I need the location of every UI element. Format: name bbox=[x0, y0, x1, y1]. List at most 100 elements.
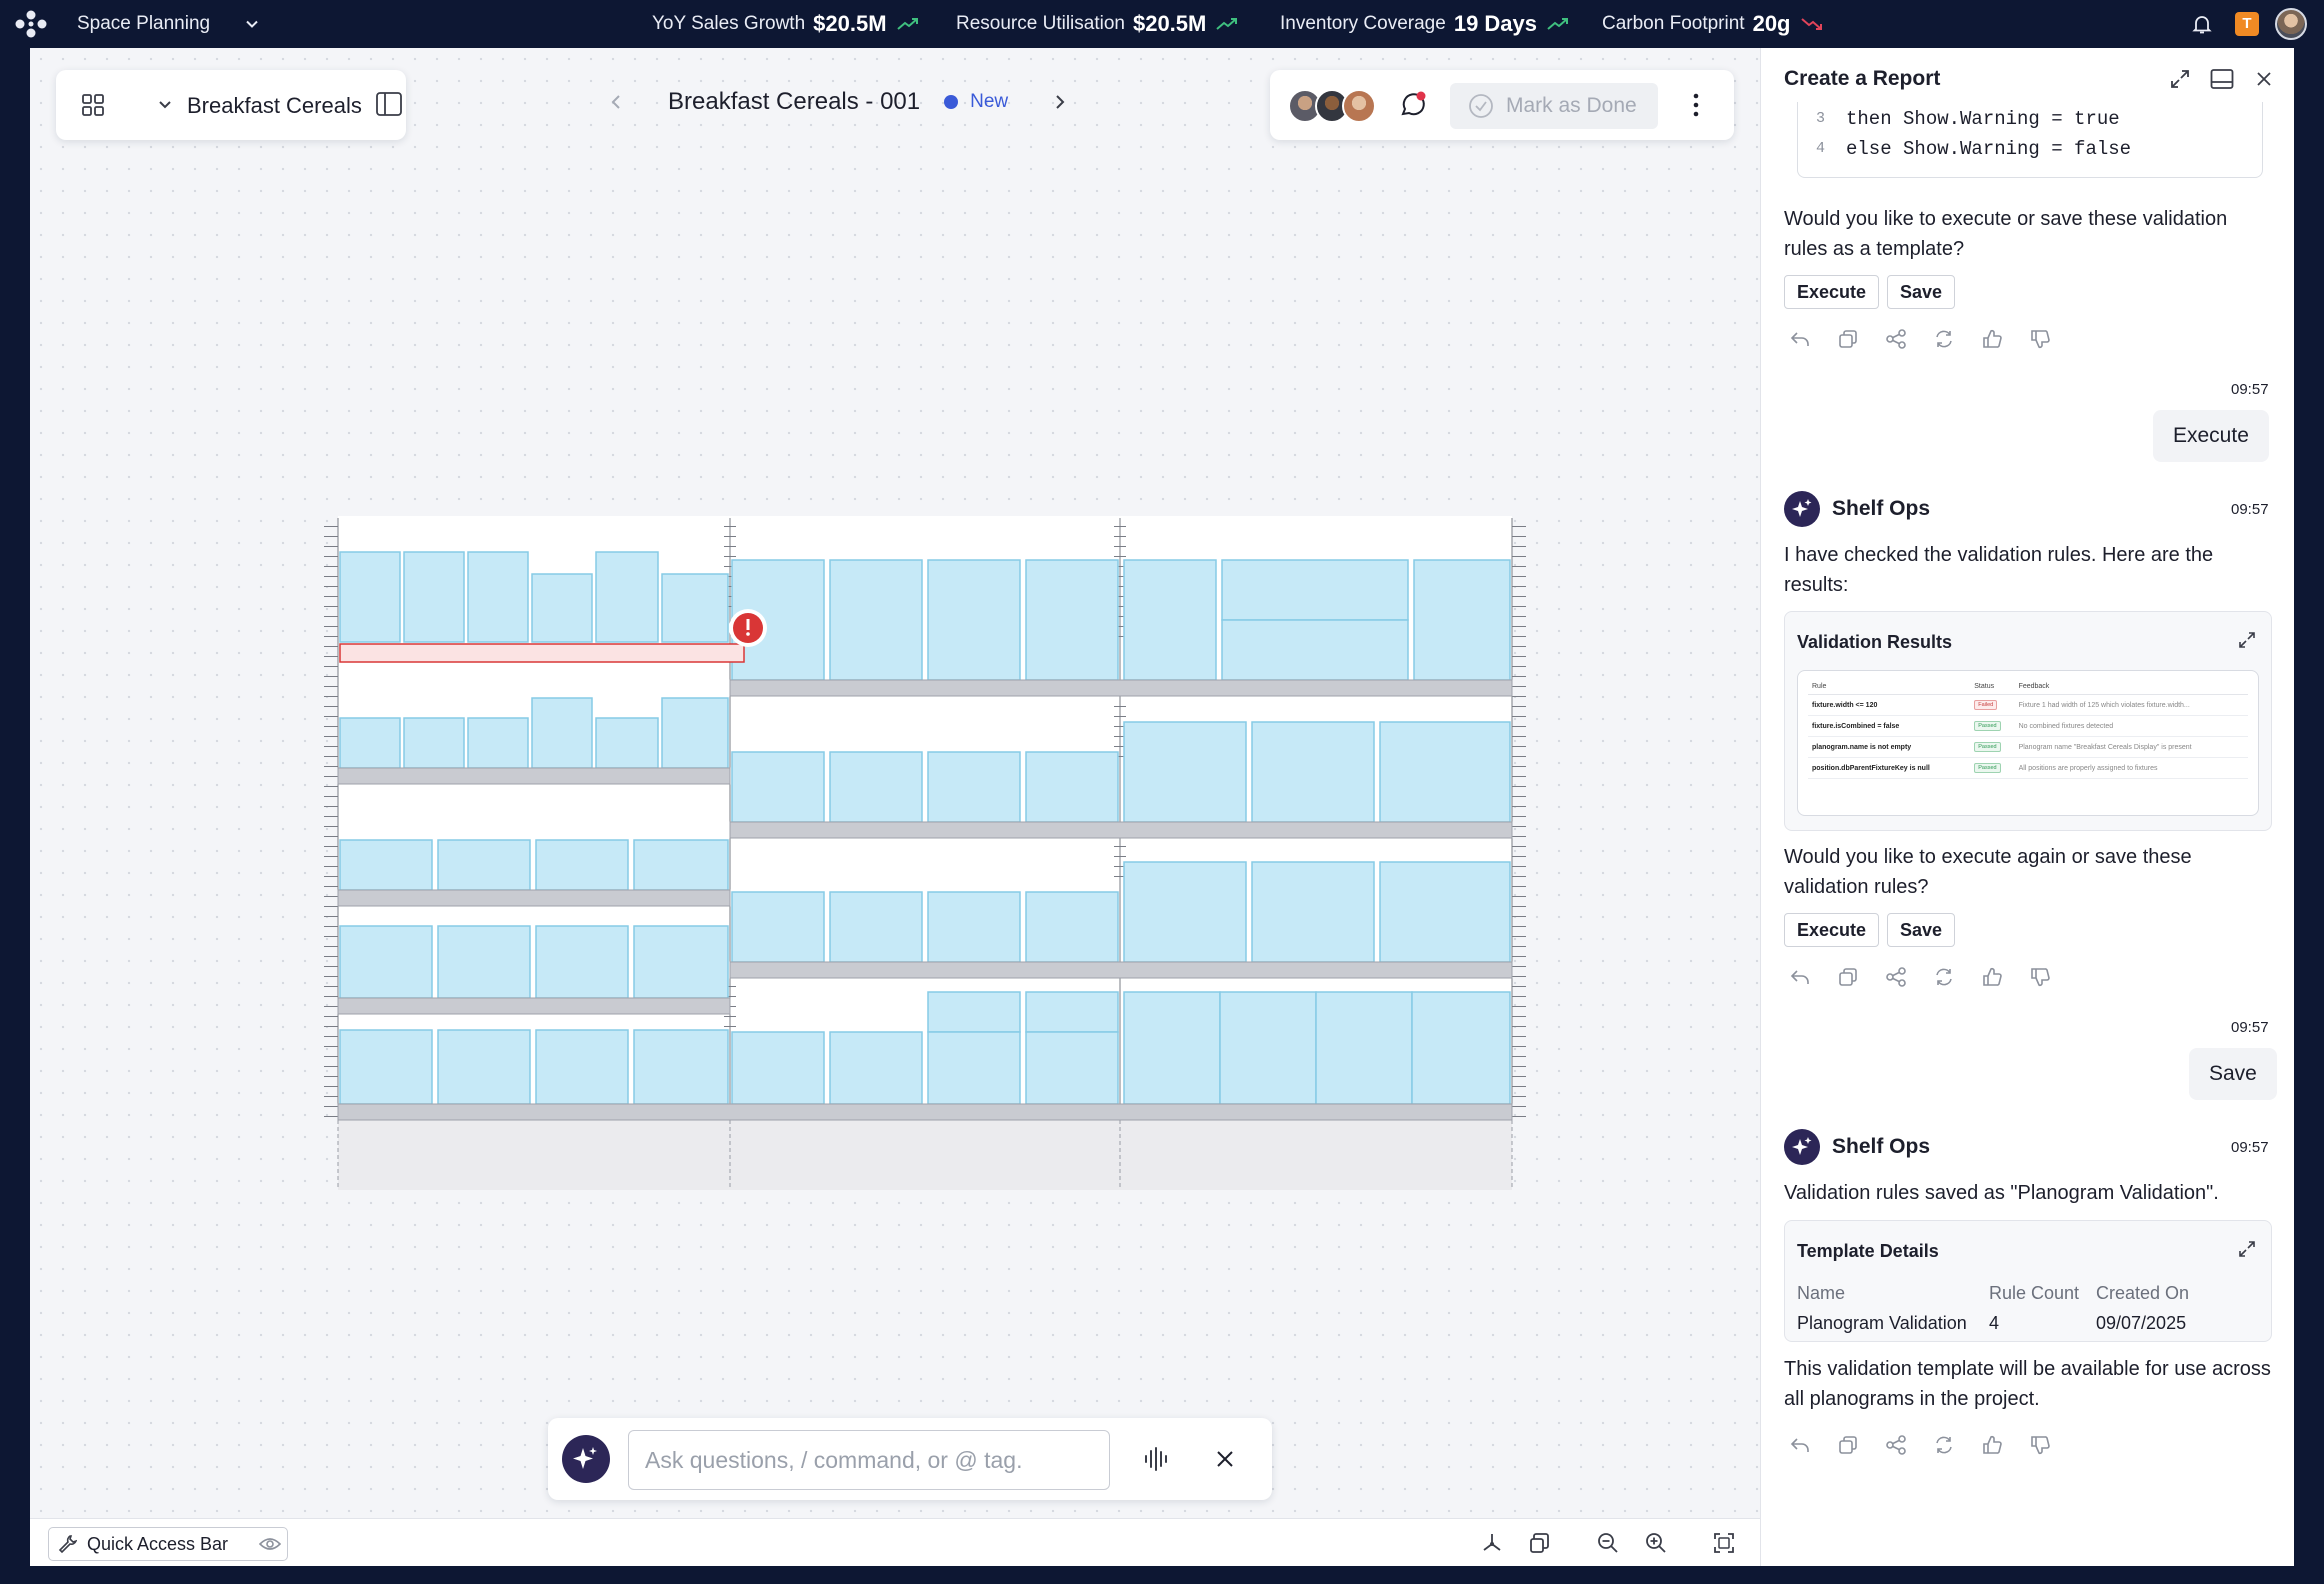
product-facing[interactable] bbox=[1025, 891, 1119, 963]
product-facing[interactable] bbox=[403, 717, 465, 769]
save-button[interactable]: Save bbox=[1887, 913, 1956, 947]
product-facing[interactable] bbox=[1315, 991, 1413, 1105]
product-facing[interactable] bbox=[531, 697, 593, 769]
quick-access-bar-button[interactable]: Quick Access Bar bbox=[48, 1527, 288, 1561]
shelf[interactable] bbox=[729, 821, 1513, 839]
thumbs-up-icon[interactable] bbox=[1981, 966, 2003, 988]
sidebar-toggle-icon[interactable] bbox=[376, 92, 402, 116]
dock-panel-icon[interactable] bbox=[2210, 68, 2234, 90]
thumbs-up-icon[interactable] bbox=[1981, 328, 2003, 350]
regenerate-icon[interactable] bbox=[1933, 1434, 1955, 1456]
product-facing[interactable] bbox=[1123, 861, 1247, 963]
mark-as-done-button[interactable]: Mark as Done bbox=[1450, 83, 1658, 129]
regenerate-icon[interactable] bbox=[1933, 328, 1955, 350]
kpi-resource-utilisation[interactable]: Resource Utilisation $20.5M bbox=[956, 11, 1238, 37]
ai-assistant-button[interactable] bbox=[562, 1435, 610, 1483]
chevron-down-icon[interactable] bbox=[156, 95, 174, 113]
layers-icon[interactable] bbox=[1528, 1531, 1552, 1555]
planogram-fixture[interactable] bbox=[288, 466, 1538, 1196]
product-facing[interactable] bbox=[437, 839, 531, 891]
product-facing[interactable] bbox=[829, 891, 923, 963]
kpi-inventory-coverage[interactable]: Inventory Coverage 19 Days bbox=[1280, 11, 1569, 37]
product-facing[interactable] bbox=[595, 717, 659, 769]
product-facing[interactable] bbox=[633, 839, 729, 891]
product-facing[interactable] bbox=[339, 925, 433, 999]
thumbs-up-icon[interactable] bbox=[1981, 1434, 2003, 1456]
product-facing[interactable] bbox=[437, 1029, 531, 1105]
product-facing[interactable] bbox=[1379, 861, 1511, 963]
product-facing[interactable] bbox=[1025, 559, 1119, 681]
product-facing[interactable] bbox=[1221, 619, 1409, 681]
product-facing[interactable] bbox=[403, 551, 465, 643]
product-facing[interactable] bbox=[1219, 991, 1317, 1105]
product-facing[interactable] bbox=[339, 551, 401, 643]
planogram-canvas[interactable]: Breakfast Cereals Breakfast Cereals - 00… bbox=[30, 48, 1760, 1566]
shelf[interactable] bbox=[337, 767, 731, 785]
axis-icon[interactable] bbox=[1480, 1531, 1504, 1555]
expand-icon[interactable] bbox=[2237, 1239, 2257, 1259]
kpi-yoy-sales-growth[interactable]: YoY Sales Growth $20.5M bbox=[652, 11, 919, 37]
kpi-carbon-footprint[interactable]: Carbon Footprint 20g bbox=[1602, 11, 1823, 37]
error-icon[interactable] bbox=[729, 609, 767, 647]
zoom-out-icon[interactable] bbox=[1596, 1531, 1620, 1555]
shelf[interactable] bbox=[337, 889, 731, 907]
product-facing[interactable] bbox=[339, 717, 401, 769]
product-facing[interactable] bbox=[1025, 1031, 1119, 1105]
ask-input[interactable] bbox=[628, 1430, 1110, 1490]
zoom-in-icon[interactable] bbox=[1644, 1531, 1668, 1555]
validation-results-table[interactable]: Rule Status Feedback fixture.width <= 12… bbox=[1797, 670, 2259, 816]
copy-icon[interactable] bbox=[1837, 1434, 1859, 1456]
app-logo-icon[interactable] bbox=[14, 9, 48, 39]
product-facing[interactable] bbox=[1251, 721, 1375, 823]
chevron-right-icon[interactable] bbox=[1048, 91, 1070, 113]
product-facing[interactable] bbox=[535, 1029, 629, 1105]
product-facing[interactable] bbox=[829, 751, 923, 823]
thumbs-down-icon[interactable] bbox=[2029, 1434, 2051, 1456]
product-facing[interactable] bbox=[531, 573, 593, 643]
execute-button[interactable]: Execute bbox=[1784, 913, 1880, 947]
product-facing[interactable] bbox=[927, 891, 1021, 963]
close-icon[interactable] bbox=[2253, 68, 2275, 90]
product-facing[interactable] bbox=[1379, 721, 1511, 823]
chevron-left-icon[interactable] bbox=[606, 91, 628, 113]
product-facing[interactable] bbox=[661, 573, 729, 643]
product-facing[interactable] bbox=[829, 1031, 923, 1105]
chevron-down-icon[interactable] bbox=[242, 14, 262, 34]
reply-icon[interactable] bbox=[1789, 328, 1811, 350]
invalid-shelf-highlight[interactable] bbox=[339, 643, 745, 663]
thumbs-down-icon[interactable] bbox=[2029, 966, 2051, 988]
product-facing[interactable] bbox=[1123, 991, 1221, 1105]
product-facing[interactable] bbox=[927, 991, 1021, 1033]
product-facing[interactable] bbox=[661, 697, 729, 769]
product-facing[interactable] bbox=[467, 717, 529, 769]
eye-icon[interactable] bbox=[259, 1535, 281, 1553]
execute-button[interactable]: Execute bbox=[1784, 275, 1880, 309]
product-facing[interactable] bbox=[1413, 559, 1511, 681]
product-facing[interactable] bbox=[535, 925, 629, 999]
product-facing[interactable] bbox=[1123, 559, 1217, 681]
expand-icon[interactable] bbox=[2169, 68, 2191, 90]
shelf[interactable] bbox=[729, 679, 1513, 697]
thumbs-down-icon[interactable] bbox=[2029, 328, 2051, 350]
product-facing[interactable] bbox=[927, 1031, 1021, 1105]
reply-icon[interactable] bbox=[1789, 966, 1811, 988]
shelf[interactable] bbox=[729, 961, 1513, 979]
product-facing[interactable] bbox=[731, 1031, 825, 1105]
reply-icon[interactable] bbox=[1789, 1434, 1811, 1456]
product-facing[interactable] bbox=[1251, 861, 1375, 963]
product-facing[interactable] bbox=[927, 751, 1021, 823]
planogram-name[interactable]: Breakfast Cereals bbox=[187, 93, 362, 119]
product-facing[interactable] bbox=[595, 551, 659, 643]
collaborator-avatars[interactable] bbox=[1288, 89, 1378, 123]
product-facing[interactable] bbox=[339, 1029, 433, 1105]
avatar[interactable] bbox=[2275, 8, 2307, 40]
shelf[interactable] bbox=[337, 1103, 1513, 1121]
bell-icon[interactable] bbox=[2190, 12, 2214, 36]
product-facing[interactable] bbox=[829, 559, 923, 681]
share-icon[interactable] bbox=[1885, 328, 1907, 350]
voice-input-icon[interactable] bbox=[1143, 1446, 1169, 1472]
shelf[interactable] bbox=[337, 997, 731, 1015]
comment-icon[interactable] bbox=[1398, 90, 1428, 120]
expand-icon[interactable] bbox=[2237, 630, 2257, 650]
close-icon[interactable] bbox=[1214, 1448, 1236, 1470]
